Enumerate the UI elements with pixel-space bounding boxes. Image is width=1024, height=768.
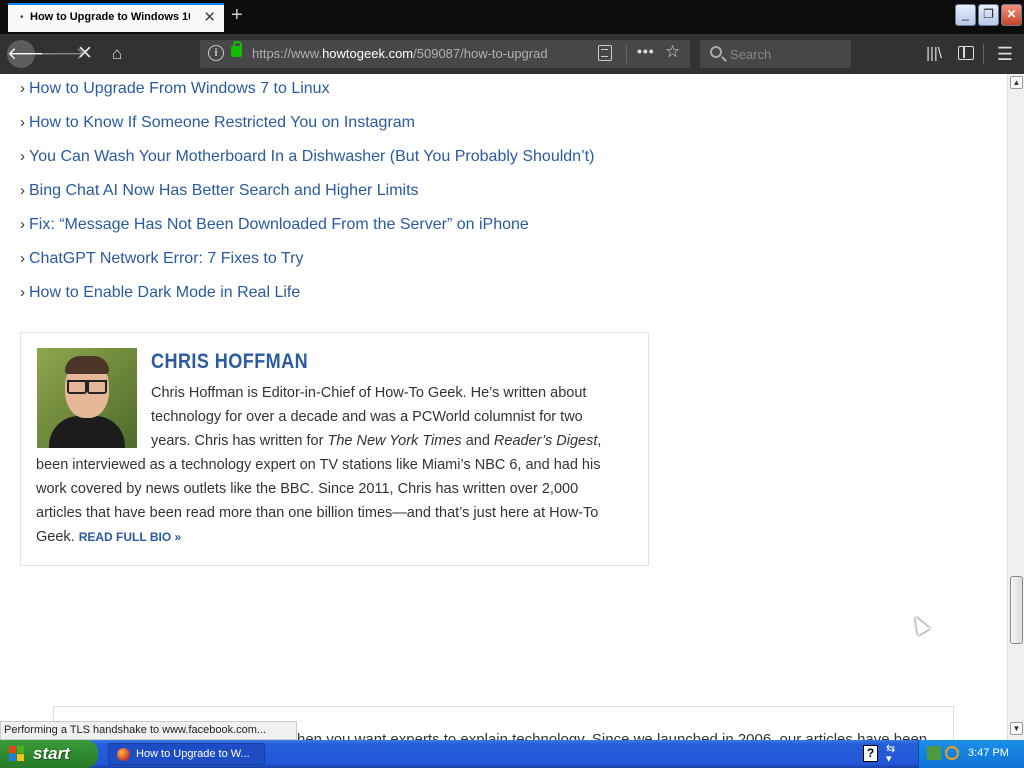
photo-hair — [65, 356, 109, 374]
reader-view-icon[interactable] — [598, 45, 612, 61]
network-icon[interactable]: ⇆ ▾ — [886, 744, 895, 765]
navigation-bar: 🡐 🡒 ✕ ⌂ i https://www.howtogeek.com/5090… — [0, 34, 1024, 74]
author-bio-box: CHRIS HOFFMAN Chris Hoffman is Editor-in… — [20, 332, 649, 566]
help-icon[interactable]: ? — [863, 745, 878, 762]
bookmark-star-icon[interactable]: ☆ — [665, 42, 680, 62]
list-item: › Fix: “Message Has Not Been Downloaded F… — [20, 216, 594, 250]
url-bar[interactable]: i https://www.howtogeek.com/509087/how-t… — [200, 40, 690, 68]
chevron-right-icon: › — [20, 216, 25, 233]
tab-title: How to Upgrade to Windows 10 Fr — [30, 11, 190, 23]
chevron-right-icon: › — [20, 284, 25, 301]
back-button[interactable]: 🡐 — [7, 40, 53, 68]
bio-and: and — [461, 433, 494, 449]
logo-red — [9, 746, 16, 753]
related-link[interactable]: You Can Wash Your Motherboard In a Dishw… — [29, 148, 594, 165]
scrollbar-thumb[interactable] — [1010, 576, 1023, 644]
related-link[interactable]: ChatGPT Network Error: 7 Fixes to Try — [29, 250, 303, 267]
scroll-down-arrow-icon[interactable]: ▼ — [1010, 722, 1023, 735]
related-link[interactable]: Fix: “Message Has Not Been Downloaded Fr… — [29, 216, 529, 233]
search-input[interactable] — [730, 45, 840, 63]
chevron-right-icon: › — [20, 250, 25, 267]
system-tray: 3:47 PM — [918, 740, 1024, 768]
related-link[interactable]: Bing Chat AI Now Has Better Search and H… — [29, 182, 419, 199]
logo-blue — [9, 754, 16, 761]
windows-logo-icon — [9, 746, 26, 762]
mouse-cursor-icon — [909, 613, 931, 636]
bio-readers-digest: Reader’s Digest — [493, 433, 598, 449]
list-item: › How to Know If Someone Restricted You o… — [20, 114, 594, 148]
hamburger-menu-icon[interactable]: ☰ — [992, 41, 1018, 67]
page-actions-icon[interactable]: ••• — [637, 43, 655, 59]
new-tab-button[interactable]: + — [231, 4, 243, 27]
logo-green — [17, 746, 24, 753]
url-scheme: https://www. — [252, 46, 323, 61]
related-articles-list: › How to Upgrade From Windows 7 to Linux … — [20, 80, 594, 318]
related-link[interactable]: How to Enable Dark Mode in Real Life — [29, 284, 300, 301]
start-label: start — [33, 744, 70, 763]
tab-loading-icon: • — [20, 12, 24, 23]
clock[interactable]: 3:47 PM — [968, 747, 1009, 759]
list-item: › How to Enable Dark Mode in Real Life — [20, 284, 594, 318]
chevron-right-icon: › — [20, 148, 25, 165]
library-icon[interactable]: |||\ — [921, 41, 947, 67]
read-full-bio-link[interactable]: READ FULL BIO » — [79, 530, 181, 544]
list-item: › ChatGPT Network Error: 7 Fixes to Try — [20, 250, 594, 284]
url-text[interactable]: https://www.howtogeek.com/509087/how-to-… — [252, 46, 557, 61]
taskbar-item-browser[interactable]: How to Upgrade to W... — [108, 743, 265, 765]
forward-button[interactable]: 🡒 — [40, 41, 86, 67]
firefox-icon — [117, 748, 130, 761]
tab-active[interactable]: • How to Upgrade to Windows 10 Fr ✕ — [8, 3, 224, 32]
author-name[interactable]: CHRIS HOFFMAN — [151, 350, 308, 374]
nav-separator — [983, 44, 984, 64]
sidebar-icon[interactable] — [953, 41, 979, 67]
vertical-scrollbar[interactable]: ▲ ▼ — [1007, 74, 1024, 740]
taskbar: start How to Upgrade to W... ? ⇆ ▾ 3:47 P… — [0, 740, 1024, 768]
tray-app-icon[interactable] — [927, 746, 941, 760]
chevron-right-icon: › — [20, 80, 25, 97]
page-content: › How to Upgrade From Windows 7 to Linux … — [0, 74, 1007, 740]
url-separator — [626, 45, 627, 63]
info-icon[interactable]: i — [208, 45, 224, 61]
bio-photo-spacer — [36, 381, 151, 451]
author-bio-text: Chris Hoffman is Editor-in-Chief of How-… — [36, 381, 626, 549]
list-item: › How to Upgrade From Windows 7 to Linux — [20, 80, 594, 114]
related-link[interactable]: How to Upgrade From Windows 7 to Linux — [29, 80, 330, 97]
chevron-right-icon: › — [20, 182, 25, 199]
lock-icon[interactable] — [231, 41, 242, 57]
search-bar[interactable] — [700, 40, 851, 68]
scroll-up-arrow-icon[interactable]: ▲ — [1010, 76, 1023, 89]
taskbar-item-label: How to Upgrade to W... — [136, 748, 250, 760]
close-window-button[interactable]: ✕ — [1001, 4, 1022, 26]
home-icon[interactable]: ⌂ — [104, 41, 130, 67]
start-button[interactable]: start — [0, 740, 98, 768]
stop-icon[interactable]: ✕ — [72, 41, 98, 67]
footer-about-text: hen you want experts to explain technolo… — [297, 731, 928, 740]
related-link[interactable]: How to Know If Someone Restricted You on… — [29, 114, 415, 131]
url-domain: howtogeek.com — [322, 46, 414, 61]
chevron-right-icon: › — [20, 114, 25, 131]
tab-strip: • How to Upgrade to Windows 10 Fr ✕ + _ … — [0, 0, 1024, 34]
search-icon — [710, 46, 722, 58]
list-item: › Bing Chat AI Now Has Better Search and … — [20, 182, 594, 216]
list-item: › You Can Wash Your Motherboard In a Dish… — [20, 148, 594, 182]
tray-search-icon[interactable] — [945, 746, 959, 760]
url-path: /509087/how-to-upgrad — [413, 46, 548, 61]
maximize-button[interactable]: ❐ — [978, 4, 999, 26]
minimize-button[interactable]: _ — [955, 4, 976, 26]
status-bar: Performing a TLS handshake to www.facebo… — [0, 721, 297, 740]
bio-nyt: The New York Times — [327, 433, 462, 449]
tab-close-icon[interactable]: ✕ — [203, 8, 216, 26]
logo-yellow — [17, 754, 24, 761]
